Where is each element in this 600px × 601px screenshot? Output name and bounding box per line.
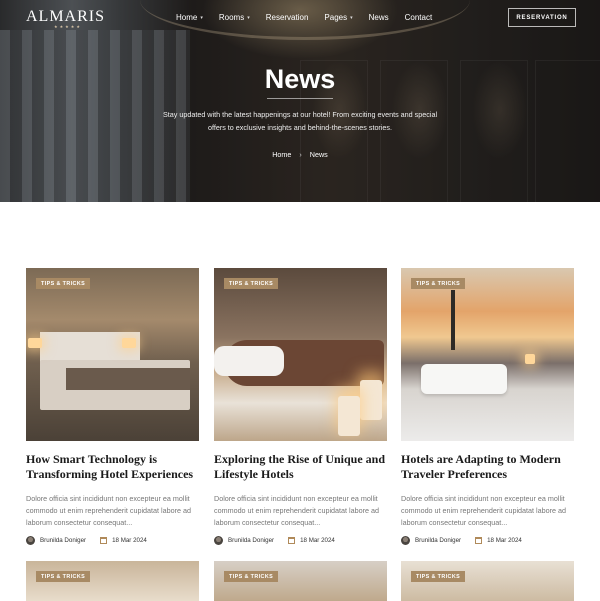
main-menu: Home ▾ Rooms ▾ Reservation Pages ▾ News … [176,13,448,22]
calendar-icon [100,537,108,544]
post-date: 18 Mar 2024 [487,537,522,544]
lamp-image-part [122,338,136,348]
menu-item-home[interactable]: Home ▾ [176,13,203,22]
post-author[interactable]: Brunilda Doniger [415,537,461,544]
category-tag[interactable]: TIPS & TRICKS [224,571,279,582]
category-tag[interactable]: TIPS & TRICKS [224,278,279,289]
calendar-icon [475,537,483,544]
post-title[interactable]: Hotels are Adapting to Modern Traveler P… [401,452,574,484]
news-card: TIPS & TRICKS [214,561,387,601]
menu-item-label: Contact [404,13,433,22]
candle-image-part [525,354,535,364]
post-image-bedroom[interactable]: TIPS & TRICKS [26,268,199,441]
palm-image-part [451,290,455,350]
menu-item-reservation[interactable]: Reservation [266,13,309,22]
post-image-spa[interactable]: TIPS & TRICKS [214,268,387,441]
post-meta: Brunilda Doniger 18 Mar 2024 [401,536,574,545]
post-meta: Brunilda Doniger 18 Mar 2024 [214,536,387,545]
news-card: TIPS & TRICKS How Smart Technology is Tr… [26,268,199,545]
menu-item-news[interactable]: News [369,13,389,22]
post-author[interactable]: Brunilda Doniger [40,537,86,544]
candle-image-part [338,396,360,436]
post-date: 18 Mar 2024 [112,537,147,544]
post-excerpt: Dolore officia sint incididunt non excep… [401,494,567,527]
post-meta: Brunilda Doniger 18 Mar 2024 [26,536,199,545]
category-tag[interactable]: TIPS & TRICKS [411,278,466,289]
post-title[interactable]: Exploring the Rise of Unique and Lifesty… [214,452,387,484]
breadcrumb-separator-icon: › [299,150,302,159]
category-tag[interactable]: TIPS & TRICKS [36,571,91,582]
avatar [401,536,410,545]
post-date: 18 Mar 2024 [300,537,335,544]
menu-item-label: Pages [324,13,348,22]
hero-banner: ALMARIS ★★★★★ Home ▾ Rooms ▾ Reservation… [0,0,600,202]
menu-item-label: News [368,13,389,22]
chevron-down-icon: ▾ [247,14,250,21]
news-card: TIPS & TRICKS Exploring the Rise of Uniq… [214,268,387,545]
post-image[interactable]: TIPS & TRICKS [26,561,199,601]
title-underline [267,98,333,99]
avatar [26,536,35,545]
post-image-sunset-terrace[interactable]: TIPS & TRICKS [401,268,574,441]
breadcrumb-current: News [309,150,328,159]
brand-stars: ★★★★★ [54,24,82,29]
menu-item-label: Home [176,13,198,22]
breadcrumb: Home › News [0,150,600,159]
category-tag[interactable]: TIPS & TRICKS [36,278,91,289]
reservation-button[interactable]: RESERVATION [508,8,576,27]
calendar-icon [288,537,296,544]
news-card: TIPS & TRICKS [401,561,574,601]
menu-item-contact[interactable]: Contact [405,13,433,22]
breadcrumb-home-link[interactable]: Home [272,150,291,159]
menu-item-label: Reservation [265,13,309,22]
post-image[interactable]: TIPS & TRICKS [214,561,387,601]
menu-item-pages[interactable]: Pages ▾ [324,13,352,22]
post-excerpt: Dolore officia sint incididunt non excep… [26,494,192,527]
post-image[interactable]: TIPS & TRICKS [401,561,574,601]
menu-item-rooms[interactable]: Rooms ▾ [219,13,250,22]
spa-image-part [214,346,284,376]
post-excerpt: Dolore officia sint incididunt non excep… [214,494,380,527]
chevron-down-icon: ▾ [350,14,353,21]
menu-item-label: Rooms [218,13,245,22]
candle-image-part [360,380,382,420]
post-title[interactable]: How Smart Technology is Transforming Hot… [26,452,199,484]
towels-image-part [421,364,507,394]
page-description: Stay updated with the latest happenings … [162,110,438,132]
news-card: TIPS & TRICKS Hotels are Adapting to Mod… [401,268,574,545]
news-card: TIPS & TRICKS [26,561,199,601]
chevron-down-icon: ▾ [200,14,203,21]
lamp-image-part [28,338,42,348]
category-tag[interactable]: TIPS & TRICKS [411,571,466,582]
page-title: News [264,64,336,94]
avatar [214,536,223,545]
top-navigation: ALMARIS ★★★★★ Home ▾ Rooms ▾ Reservation… [0,0,600,36]
post-author[interactable]: Brunilda Doniger [228,537,274,544]
bed-image-part [66,368,190,390]
